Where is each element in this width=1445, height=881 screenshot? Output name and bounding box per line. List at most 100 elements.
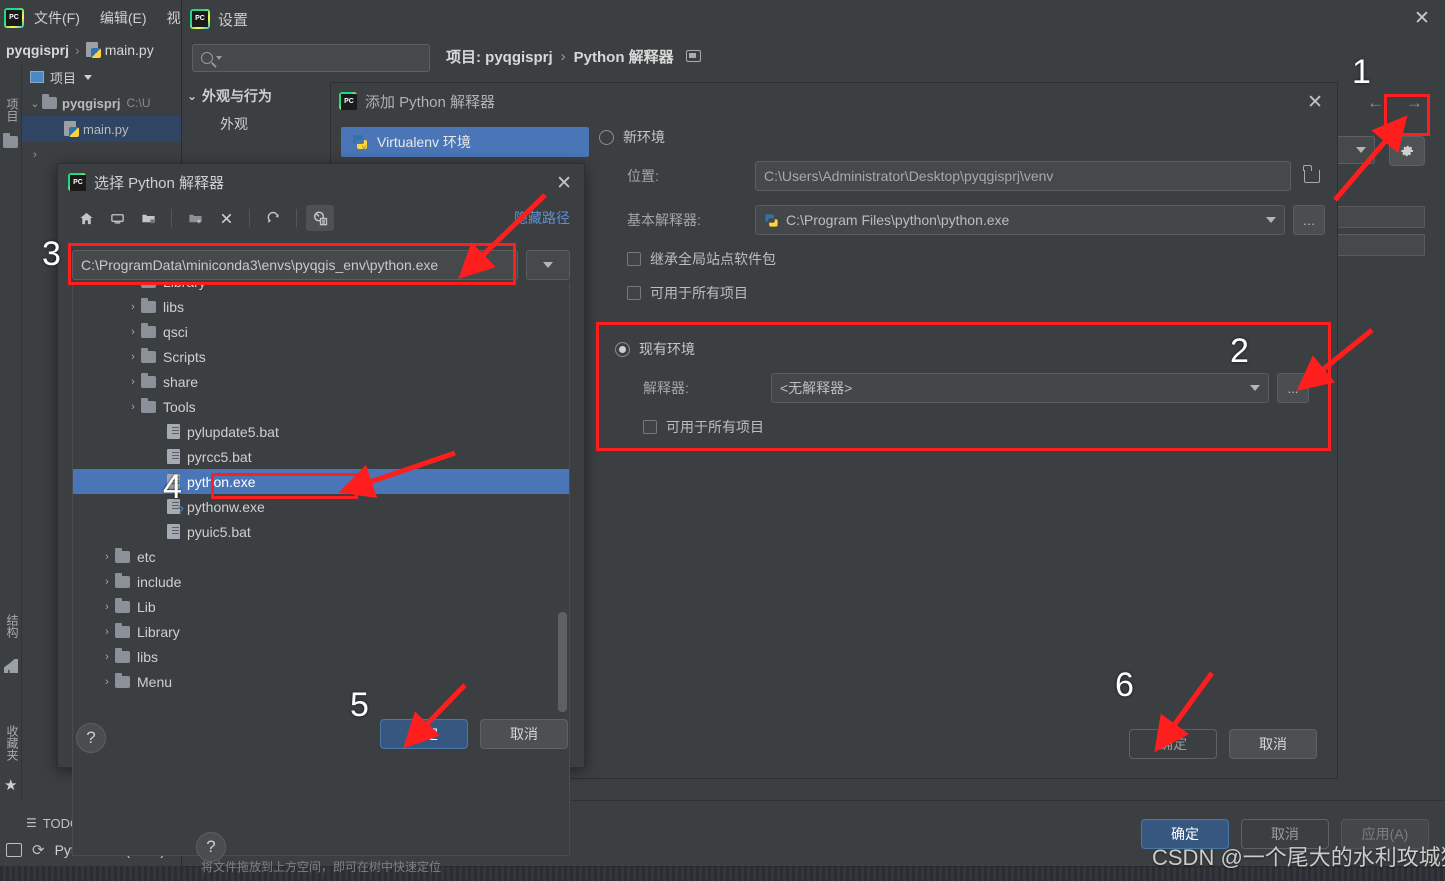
- pycharm-logo-icon: [4, 8, 24, 28]
- chevron-right-icon[interactable]: ›: [99, 551, 115, 563]
- tree-row[interactable]: › share: [73, 369, 569, 394]
- chooser-path-input[interactable]: C:\ProgramData\miniconda3\envs\pyqgis_en…: [72, 250, 518, 280]
- tree-row[interactable]: pythonw.exe: [73, 494, 569, 519]
- tree-row[interactable]: pyrcc5.bat: [73, 444, 569, 469]
- new-folder-icon[interactable]: [181, 205, 209, 231]
- chevron-down-icon[interactable]: ⌄: [182, 89, 202, 103]
- add-interpreter-ok-button[interactable]: 确定: [1129, 729, 1217, 759]
- browse-existing-interpreter-button[interactable]: ...: [1277, 373, 1309, 403]
- tree-row[interactable]: › libs: [73, 644, 569, 669]
- menu-edit[interactable]: 编辑(E): [90, 5, 157, 31]
- close-icon[interactable]: ✕: [556, 172, 572, 195]
- chevron-right-icon[interactable]: ›: [28, 149, 42, 161]
- tree-row[interactable]: › qsci: [73, 319, 569, 344]
- base-interpreter-combo[interactable]: C:\Program Files\python\python.exe: [755, 205, 1285, 235]
- inherit-global-packages-checkbox[interactable]: [627, 252, 641, 266]
- tree-scrollbar[interactable]: [558, 612, 567, 712]
- folder-icon: [115, 572, 130, 588]
- env-type-virtualenv[interactable]: v Virtualenv 环境: [341, 127, 589, 157]
- chevron-right-icon[interactable]: ›: [125, 326, 141, 338]
- tool-window-project-label[interactable]: 项目: [1, 88, 21, 132]
- existing-interpreter-combo[interactable]: <无解释器>: [771, 373, 1269, 403]
- settings-category-appearance-behavior[interactable]: ⌄ 外观与行为: [182, 82, 330, 110]
- settings-title-bar: 设置: [182, 0, 1445, 38]
- chevron-down-icon: [543, 262, 553, 268]
- inherit-global-packages-row[interactable]: 继承全局站点软件包: [627, 249, 1325, 269]
- add-interpreter-cancel-button[interactable]: 取消: [1229, 729, 1317, 759]
- breadcrumb-project[interactable]: pyqgisprj: [6, 42, 69, 58]
- tool-window-structure-label[interactable]: 结构: [1, 604, 21, 648]
- close-icon[interactable]: ✕: [1307, 91, 1323, 114]
- existing-all-projects-checkbox[interactable]: [643, 420, 657, 434]
- browse-base-interpreter-button[interactable]: …: [1293, 205, 1325, 235]
- settings-category-appearance[interactable]: 外观: [182, 110, 330, 138]
- existing-all-projects-label: 可用于所有项目: [666, 419, 764, 435]
- refresh-icon[interactable]: [259, 205, 287, 231]
- chooser-ok-button[interactable]: 确定: [380, 719, 468, 749]
- tool-window-favorites-label[interactable]: 收藏夹: [1, 714, 21, 772]
- tree-row[interactable]: pyuic5.bat: [73, 519, 569, 544]
- tree-row-label: include: [137, 573, 182, 590]
- chevron-right-icon[interactable]: ›: [99, 601, 115, 613]
- existing-all-projects-row[interactable]: 可用于所有项目: [643, 417, 1309, 437]
- tree-row[interactable]: › libs: [73, 294, 569, 319]
- delete-icon[interactable]: [212, 205, 240, 231]
- existing-environment-radio[interactable]: [615, 341, 630, 357]
- chevron-down-icon[interactable]: ⌄: [28, 97, 42, 110]
- new-environment-radio-row[interactable]: 新环境: [599, 127, 1325, 147]
- show-hidden-icon[interactable]: [306, 205, 334, 231]
- new-env-all-projects-checkbox[interactable]: [627, 286, 641, 300]
- chevron-right-icon[interactable]: ›: [99, 651, 115, 663]
- existing-environment-radio-row[interactable]: 现有环境: [615, 339, 1309, 359]
- chooser-path-history-dropdown[interactable]: [526, 250, 570, 280]
- chooser-cancel-button[interactable]: 取消: [480, 719, 568, 749]
- back-arrow-icon[interactable]: ←: [1367, 93, 1384, 113]
- chevron-down-icon[interactable]: [84, 74, 93, 80]
- chevron-right-icon[interactable]: ›: [99, 676, 115, 688]
- home-icon[interactable]: [72, 205, 100, 231]
- tree-row[interactable]: › Tools: [73, 394, 569, 419]
- tree-row[interactable]: › Scripts: [73, 344, 569, 369]
- project-folder-icon[interactable]: [134, 205, 162, 231]
- chevron-right-icon[interactable]: ›: [125, 351, 141, 363]
- tree-row[interactable]: pylupdate5.bat: [73, 419, 569, 444]
- project-panel-header[interactable]: 项目: [22, 64, 182, 90]
- forward-arrow-icon[interactable]: →: [1406, 93, 1423, 113]
- location-label: 位置:: [627, 168, 659, 184]
- tree-row[interactable]: › Library: [73, 282, 569, 294]
- breadcrumb-file[interactable]: main.py: [105, 42, 154, 58]
- chevron-down-icon[interactable]: [216, 56, 222, 60]
- folder-icon: [141, 297, 156, 313]
- close-icon[interactable]: ✕: [1411, 8, 1433, 30]
- tree-row[interactable]: › include: [73, 569, 569, 594]
- chevron-right-icon[interactable]: ›: [99, 576, 115, 588]
- tree-row[interactable]: › etc: [73, 544, 569, 569]
- window-mode-icon[interactable]: [685, 50, 701, 62]
- settings-search-input[interactable]: [192, 44, 430, 72]
- project-tree-item-main-py[interactable]: main.py: [22, 116, 182, 142]
- chevron-right-icon[interactable]: ›: [125, 282, 141, 288]
- menu-file[interactable]: 文件(F): [24, 5, 90, 31]
- settings-help-button[interactable]: ?: [196, 832, 226, 862]
- location-input[interactable]: C:\Users\Administrator\Desktop\pyqgisprj…: [755, 161, 1291, 191]
- desktop-icon[interactable]: [103, 205, 131, 231]
- chevron-right-icon[interactable]: ›: [99, 626, 115, 638]
- tree-row[interactable]: › Library: [73, 619, 569, 644]
- new-env-all-projects-row[interactable]: 可用于所有项目: [627, 283, 1325, 303]
- interpreter-settings-gear-button[interactable]: [1389, 136, 1425, 166]
- tree-row[interactable]: python.exe: [73, 469, 569, 494]
- toolbar-divider: [296, 209, 297, 227]
- chevron-right-icon[interactable]: ›: [125, 401, 141, 413]
- svg-text:v: v: [362, 143, 366, 151]
- settings-breadcrumb-project[interactable]: 项目: pyqgisprj: [446, 46, 553, 67]
- annotation-number-2: 2: [1230, 332, 1249, 370]
- chevron-right-icon[interactable]: ›: [125, 376, 141, 388]
- browse-location-button[interactable]: [1299, 161, 1325, 191]
- tree-row[interactable]: › Lib: [73, 594, 569, 619]
- new-environment-radio[interactable]: [599, 129, 614, 145]
- project-tree-root[interactable]: ⌄ pyqgisprj C:\U: [22, 90, 182, 116]
- hide-path-link[interactable]: 隐藏路径: [514, 208, 570, 228]
- chevron-right-icon[interactable]: ›: [125, 301, 141, 313]
- tree-row-label: Library: [163, 282, 206, 290]
- tree-row[interactable]: › Menu: [73, 669, 569, 694]
